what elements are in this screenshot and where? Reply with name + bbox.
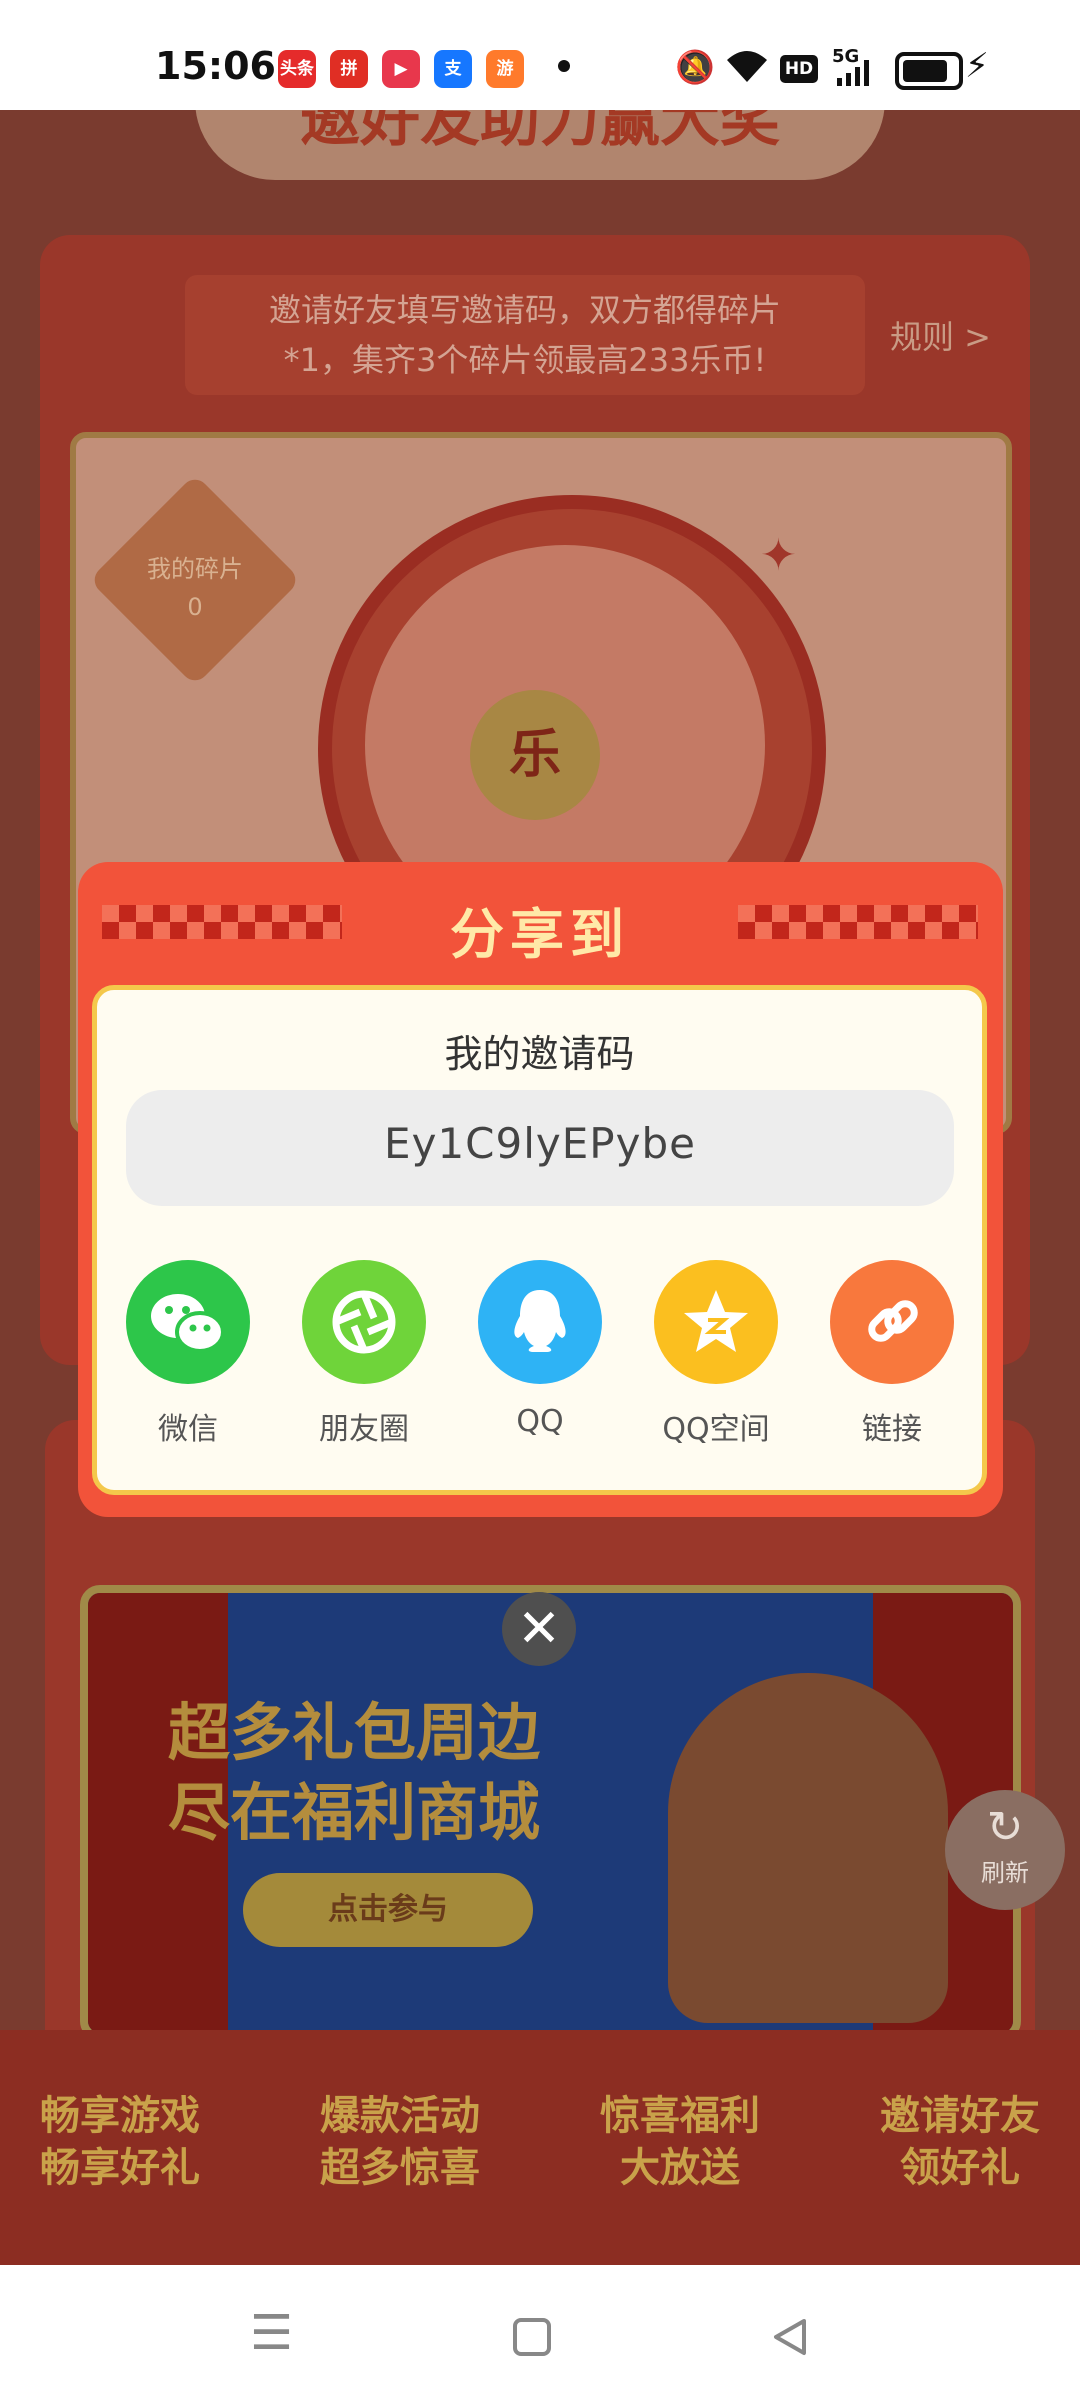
- sparkle-icon: ✦: [760, 530, 797, 581]
- signal-icon: [835, 60, 873, 90]
- participate-button[interactable]: 点击参与: [243, 1873, 533, 1947]
- qzone-icon: [684, 1290, 748, 1352]
- footer-item-line1: 爆款活动: [320, 2093, 480, 2139]
- share-qzone-button[interactable]: [654, 1260, 778, 1384]
- rule-banner: 邀请好友填写邀请码，双方都得碎片 *1，集齐3个碎片领最高233乐币!: [185, 275, 865, 395]
- close-icon: ✕: [517, 1599, 561, 1659]
- footer-item-line1: 畅享游戏: [40, 2093, 200, 2139]
- invite-code-label: 我的邀请码: [444, 1032, 635, 1076]
- mute-icon: 🔕: [675, 48, 715, 86]
- wechat-icon: [151, 1294, 225, 1353]
- toutiao-icon: 头条: [278, 50, 316, 88]
- shards-count: 0: [187, 593, 203, 621]
- share-moments-label: 朋友圈: [319, 1412, 409, 1447]
- footer-item-line2: 超多惊喜: [320, 2145, 480, 2191]
- share-qq-button[interactable]: [478, 1260, 602, 1384]
- notification-dot-icon: [558, 60, 570, 72]
- share-qq-label: QQ: [516, 1404, 564, 1439]
- share-qzone-label: QQ空间: [662, 1412, 770, 1447]
- footer-item-line1: 邀请好友: [880, 2093, 1040, 2139]
- status-time: 15:06: [155, 44, 276, 88]
- rules-link[interactable]: 规则 >: [890, 312, 991, 358]
- share-wechat-label: 微信: [158, 1412, 218, 1447]
- pinduoduo-icon: 拼: [330, 50, 368, 88]
- close-button[interactable]: ✕: [502, 1592, 576, 1666]
- banner-text: 超多礼包周边 尽在福利商城: [168, 1693, 540, 1853]
- qq-icon: [514, 1290, 566, 1352]
- share-moments-button[interactable]: [302, 1260, 426, 1384]
- moments-icon: [332, 1290, 396, 1354]
- banner-line1: 超多礼包周边: [168, 1696, 541, 1769]
- footer-item: 惊喜福利 大放送: [565, 2090, 795, 2194]
- mascot-image: [668, 1673, 948, 2023]
- rule-text-line2: *1，集齐3个碎片领最高233乐币!: [283, 341, 767, 379]
- refresh-label: 刷新: [981, 1859, 1029, 1887]
- charging-icon: ⚡: [965, 46, 989, 86]
- link-icon: [868, 1300, 918, 1342]
- rule-text-line1: 邀请好友填写邀请码，双方都得碎片: [268, 291, 781, 329]
- game-store-icon: 游: [486, 50, 524, 88]
- share-link-button[interactable]: [830, 1260, 954, 1384]
- wheel-center[interactable]: 乐: [470, 690, 600, 820]
- invite-code-value[interactable]: Ey1C9lyEPybe: [126, 1119, 954, 1168]
- shards-label-text: 我的碎片: [147, 555, 243, 583]
- refresh-button[interactable]: ↻ 刷新: [945, 1790, 1065, 1910]
- menu-icon[interactable]: ☰: [250, 2305, 293, 2361]
- checker-decoration-right: [738, 905, 978, 939]
- shards-label: 我的碎片 0: [120, 550, 270, 626]
- home-icon[interactable]: [512, 2313, 552, 2369]
- video-icon: ▶: [382, 50, 420, 88]
- checker-decoration-left: [102, 905, 342, 939]
- refresh-icon: ↻: [986, 1802, 1024, 1853]
- footer-item-line1: 惊喜福利: [600, 2093, 760, 2139]
- hd-icon: HD: [780, 55, 818, 83]
- footer-item-line2: 畅享好礼: [40, 2145, 200, 2191]
- battery-icon: [895, 52, 963, 90]
- share-link-label: 链接: [862, 1412, 922, 1447]
- share-wechat-button[interactable]: [126, 1260, 250, 1384]
- dialog-title: 分享到: [450, 903, 630, 966]
- banner-line2: 尽在福利商城: [168, 1776, 541, 1849]
- footer-item: 畅享游戏 畅享好礼: [5, 2090, 235, 2194]
- footer-item-line2: 大放送: [620, 2145, 740, 2191]
- footer-item: 爆款活动 超多惊喜: [285, 2090, 515, 2194]
- footer-item-line2: 领好礼: [900, 2145, 1020, 2191]
- back-icon[interactable]: [770, 2313, 810, 2369]
- wifi-icon: [725, 48, 769, 92]
- footer-item: 邀请好友 领好礼: [845, 2090, 1075, 2194]
- alipay-icon: 支: [434, 50, 472, 88]
